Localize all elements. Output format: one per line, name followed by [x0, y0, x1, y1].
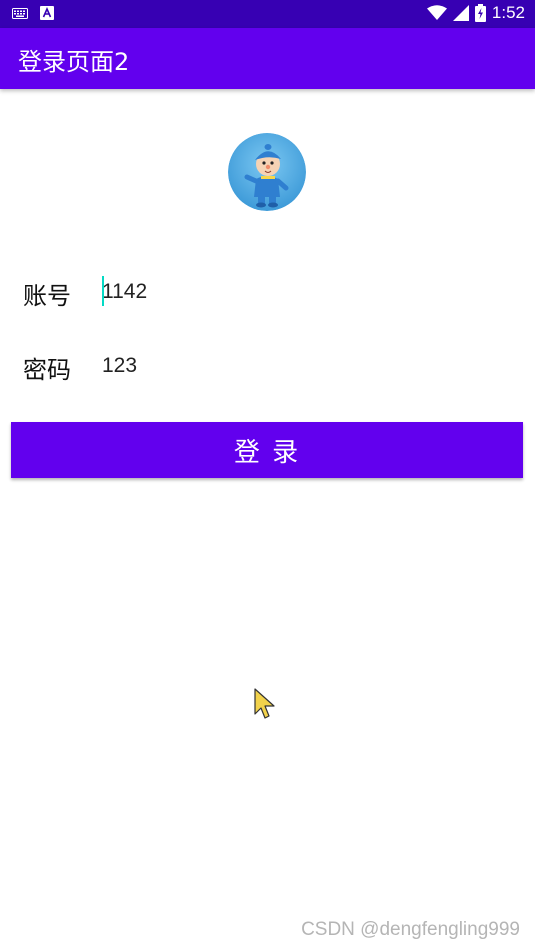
- status-time: 1:52: [491, 3, 525, 22]
- account-label: 账号: [23, 282, 71, 310]
- login-button[interactable]: 登 录: [11, 422, 523, 478]
- mouse-pointer-icon: [254, 688, 275, 719]
- watermark: CSDN @dengfengling999: [301, 919, 520, 940]
- signal-icon: [452, 5, 469, 21]
- battery-icon: [474, 4, 486, 22]
- cartoon-character-icon: [228, 133, 306, 211]
- keyboard-icon: [12, 7, 28, 19]
- a-notification-icon: [40, 6, 54, 20]
- account-input[interactable]: [102, 272, 502, 312]
- text-cursor: [102, 276, 104, 306]
- status-right-icons: 1:52: [426, 3, 525, 23]
- avatar: [228, 133, 306, 211]
- status-left-icons: [12, 6, 54, 20]
- wifi-icon: [426, 5, 447, 20]
- password-label: 密码: [23, 356, 71, 384]
- password-input[interactable]: [102, 346, 502, 386]
- app-bar: 登录页面2: [0, 28, 535, 89]
- status-bar: 1:52: [0, 0, 535, 28]
- app-title: 登录页面2: [18, 48, 130, 76]
